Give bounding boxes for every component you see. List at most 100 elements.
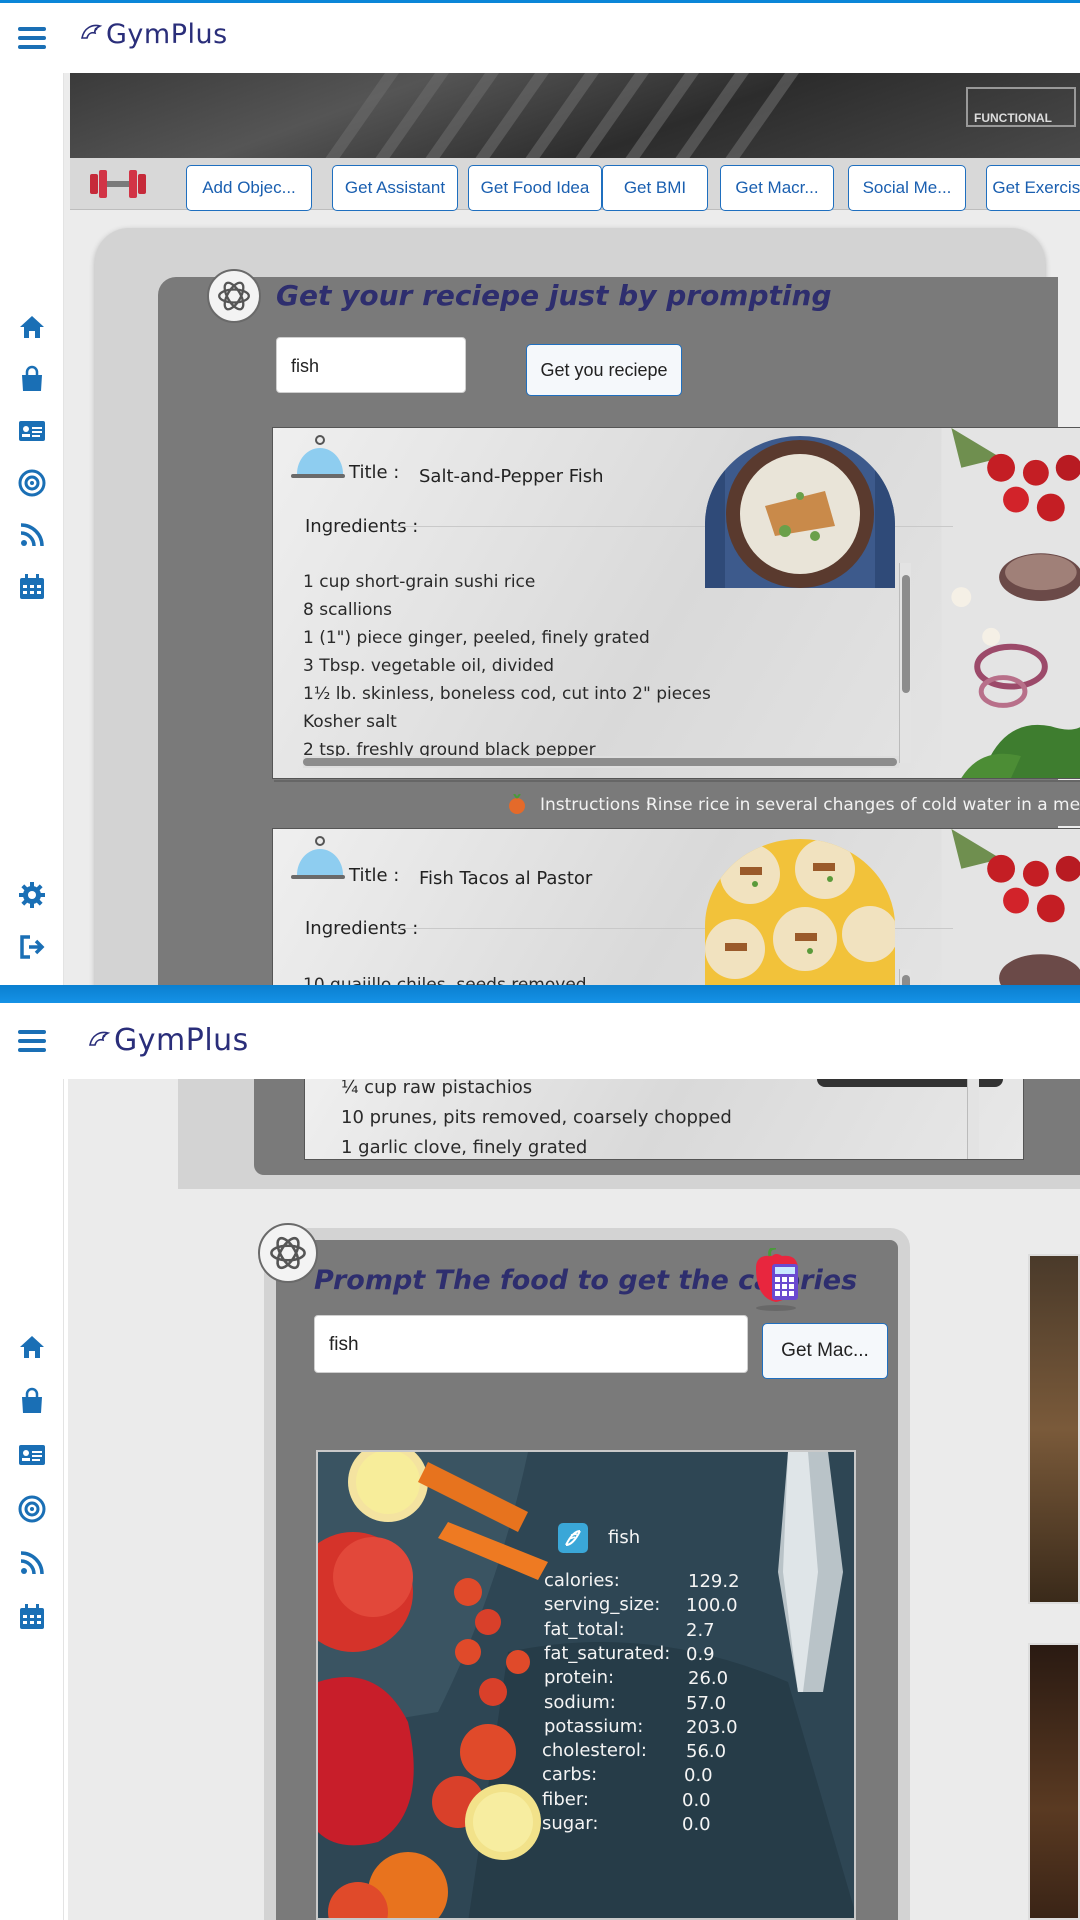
get-bmi-button[interactable]: Get BMI	[602, 165, 708, 211]
ingredients-vertical-scrollbar[interactable]	[899, 563, 911, 763]
food-prompt-input[interactable]: fish	[314, 1315, 748, 1373]
brand-name: GymPlus	[114, 1023, 249, 1058]
get-macros-button[interactable]: Get Macr...	[720, 165, 834, 211]
app-brand[interactable]: GymPlus	[78, 19, 228, 50]
recipe-screen: GymPlus FUNCTIONAL Add Objec... Get Assi…	[0, 0, 1080, 985]
rss-feed-icon[interactable]	[16, 1547, 48, 1579]
nutrition-key: sugar:	[542, 1813, 599, 1834]
home-icon[interactable]	[16, 1331, 48, 1363]
ingredients-horizontal-scrollbar[interactable]	[303, 756, 899, 768]
rss-feed-icon[interactable]	[16, 519, 48, 551]
cloche-icon	[291, 836, 345, 879]
brand-logo-icon	[81, 24, 103, 39]
recipe-photo	[705, 436, 895, 588]
nutrition-value: 0.0	[682, 1789, 711, 1811]
sidebar	[0, 1079, 64, 1920]
ingredients-vertical-scrollbar[interactable]	[899, 969, 911, 985]
shopping-bag-icon[interactable]	[16, 363, 48, 395]
screen-divider	[0, 985, 1080, 1003]
sidebar	[0, 73, 64, 985]
nutrition-value: 56.0	[686, 1741, 727, 1763]
nutrition-key: calories:	[544, 1570, 620, 1591]
list-item: 10 guajillo chiles, seeds removed	[303, 975, 587, 985]
nutrition-key: sodium:	[544, 1691, 616, 1713]
target-icon[interactable]	[16, 467, 48, 499]
home-icon[interactable]	[16, 311, 48, 343]
feature-toolbar: Add Objec... Get Assistant Get Food Idea…	[70, 158, 1080, 211]
ingredients-list: ¼ cup raw pistachios 10 prunes, pits rem…	[341, 1079, 732, 1159]
nutrition-key: potassium:	[544, 1715, 644, 1737]
food-name: fish	[608, 1527, 641, 1548]
calories-screen: GymPlus ¼ cup raw pistachios 10 prunes, …	[0, 1003, 1080, 1920]
list-item: 10 prunes, pits removed, coarsely choppe…	[341, 1107, 732, 1128]
get-assistant-button[interactable]: Get Assistant	[332, 165, 458, 211]
nutrition-key: protein:	[544, 1667, 615, 1689]
nutrition-value: 100.0	[686, 1595, 738, 1617]
instructions-text: Rinse rice in several changes of cold wa…	[646, 795, 1080, 815]
nutrition-key: carbs:	[542, 1764, 598, 1786]
dna-icon	[558, 1523, 588, 1553]
gym-banner-image: FUNCTIONAL	[70, 73, 1080, 158]
add-objective-button[interactable]: Add Objec...	[186, 165, 312, 211]
get-exercise-button[interactable]: Get Exercise	[986, 165, 1080, 211]
target-icon[interactable]	[16, 1493, 48, 1525]
nutrition-value: 203.0	[686, 1716, 738, 1738]
ingredients-vertical-scrollbar[interactable]	[967, 1079, 979, 1159]
brand-logo-icon	[89, 1031, 111, 1046]
get-macros-button[interactable]: Get Mac...	[762, 1323, 888, 1379]
menu-icon[interactable]	[18, 27, 46, 51]
social-media-button[interactable]: Social Me...	[848, 165, 966, 211]
nutrition-key: fat_saturated:	[544, 1642, 671, 1664]
recipe-title: Fish Tacos al Pastor	[419, 868, 593, 889]
calendar-icon[interactable]	[16, 1601, 48, 1633]
recipe-card: ¼ cup raw pistachios 10 prunes, pits rem…	[304, 1079, 1024, 1160]
nutrition-key: serving_size:	[544, 1594, 661, 1616]
openai-logo-icon	[258, 1223, 318, 1283]
ingredients-list: 10 guajillo chiles, seeds removed	[303, 971, 587, 985]
nutrition-result-card: fish calories: 129.2 serving_size: 100.0 fat…	[316, 1450, 856, 1920]
banner-sign: FUNCTIONAL	[966, 87, 1076, 127]
vegetables-background-image	[941, 428, 1080, 778]
list-item: 1 (1") piece ginger, peeled, finely grat…	[303, 628, 650, 648]
recipe-title-label: Title :	[349, 462, 400, 483]
dumbbell-icon	[90, 170, 146, 198]
nutrition-value: 2.7	[686, 1619, 715, 1641]
recipe-prompt-input[interactable]: fish	[276, 337, 466, 393]
recipe-card: Title : Fish Tacos al Pastor Ingredients…	[272, 828, 1080, 985]
nutrition-value: 0.9	[686, 1643, 715, 1665]
list-item: 3 Tbsp. vegetable oil, divided	[303, 656, 555, 676]
id-card-icon[interactable]	[16, 415, 48, 447]
nutrition-key: cholesterol:	[542, 1740, 647, 1762]
nutrition-value: 129.2	[688, 1571, 740, 1592]
recipe-title: Salt-and-Pepper Fish	[419, 466, 604, 487]
list-item: Kosher salt	[303, 712, 397, 732]
instructions-label: Instructions :	[540, 795, 651, 815]
carrot-icon	[509, 794, 525, 814]
recipe-panel-title: Get your reciepe just by prompting	[276, 279, 832, 312]
list-item: 1½ lb. skinless, boneless cod, cut into …	[303, 684, 711, 704]
top-bar: GymPlus	[0, 3, 1080, 73]
logout-icon[interactable]	[16, 931, 48, 963]
nutrition-value: 0.0	[684, 1765, 713, 1787]
recipe-photo	[705, 839, 895, 985]
app-brand[interactable]: GymPlus	[86, 1023, 249, 1058]
brand-name: GymPlus	[106, 19, 228, 50]
nutrition-value: 26.0	[688, 1668, 729, 1690]
list-item: 8 scallions	[303, 600, 393, 620]
instructions-bar: Instructions : Rinse rice in several cha…	[274, 780, 1080, 826]
get-recipe-button[interactable]: Get you reciepe	[526, 344, 682, 396]
menu-icon[interactable]	[18, 1030, 46, 1054]
top-bar: GymPlus	[0, 1003, 1080, 1073]
calendar-icon[interactable]	[16, 571, 48, 603]
apple-calculator-icon	[756, 1248, 798, 1311]
settings-icon[interactable]	[16, 879, 48, 911]
openai-logo-icon	[207, 269, 261, 323]
cloche-icon	[291, 435, 345, 478]
vegetables-background-image	[941, 829, 1080, 985]
id-card-icon[interactable]	[16, 1439, 48, 1471]
side-photo	[1028, 1254, 1080, 1604]
get-food-idea-button[interactable]: Get Food Idea	[468, 165, 602, 211]
shopping-bag-icon[interactable]	[16, 1385, 48, 1417]
nutrition-key: fat_total:	[544, 1618, 625, 1640]
list-item: 1 cup short-grain sushi rice	[303, 572, 536, 592]
